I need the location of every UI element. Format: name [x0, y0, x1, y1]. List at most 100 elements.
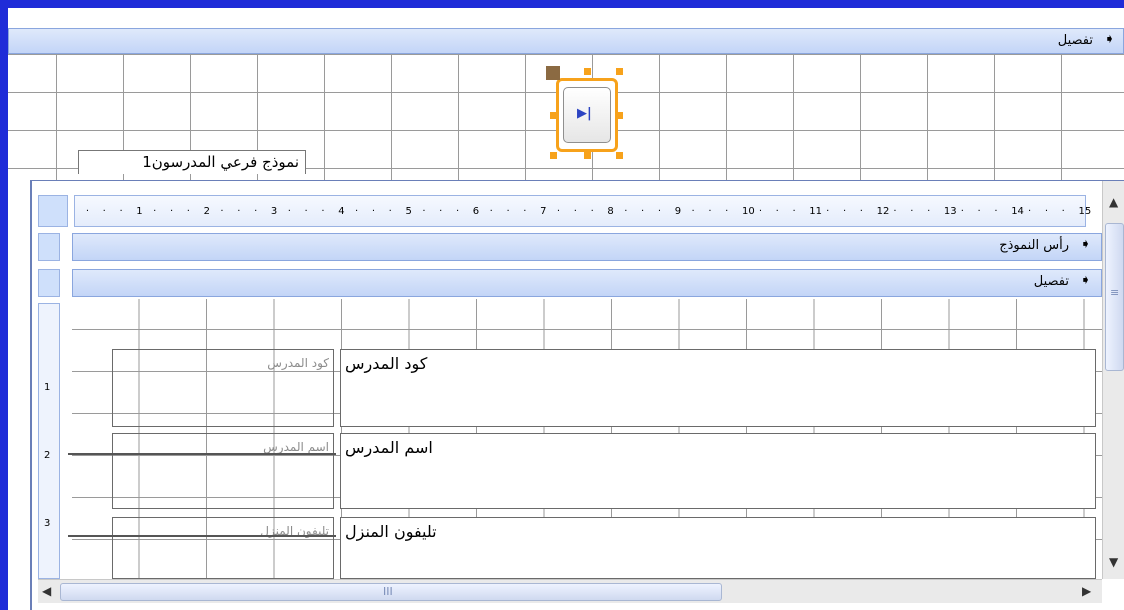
ruler-dot: · [220, 206, 224, 217]
ruler-dot: · [455, 206, 460, 217]
ruler-dot: · [287, 206, 291, 217]
field-value: كود المدرس [345, 354, 428, 373]
ruler-tick: 5 [405, 206, 412, 217]
ruler-dot: · [1061, 206, 1065, 217]
ruler-tick: 10 [742, 206, 755, 217]
section-arrow-icon: ➧ [1104, 32, 1115, 47]
ruler-dot: · [927, 206, 931, 217]
horizontal-scrollbar[interactable]: ◀ III ▶ [38, 579, 1102, 603]
ruler-dot: · [859, 206, 863, 217]
ruler-dot: · [556, 206, 561, 217]
ruler-dot: · [893, 206, 897, 217]
detail-section-bar[interactable]: ➧ تفصيل [72, 269, 1102, 297]
section-arrow-icon: ➧ [1080, 237, 1091, 252]
header-section-selector[interactable] [38, 233, 60, 261]
detail-section-selector[interactable] [38, 269, 60, 297]
ruler-dot: · [506, 206, 510, 217]
ruler-dot: · [1044, 206, 1049, 217]
outer-detail-label: تفصيل [1057, 33, 1093, 48]
ruler-tick: 8 [607, 206, 614, 217]
resize-handle-icon[interactable] [550, 152, 557, 159]
field-label-teacher-name[interactable]: اسم المدرس [112, 433, 334, 509]
ruler-dot: · [1028, 206, 1032, 217]
scroll-left-icon[interactable]: ◀ [42, 584, 51, 598]
resize-handle-icon[interactable] [584, 152, 591, 159]
field-label-home-phone[interactable]: تليفون المنزل [112, 517, 334, 579]
ruler-tick: 14 [1011, 206, 1024, 217]
field-value: اسم المدرس [345, 438, 433, 457]
vertical-ruler: 1 2 3 [38, 303, 60, 579]
subform-control[interactable]: 1 · · · 2 · · · 3 · · · 4 · · · 5 · · · 6 · · · 7 · · · 8 · · · 9 · · · 10 · ·… [30, 180, 1124, 610]
ruler-tick: 9 [674, 206, 682, 217]
next-record-icon: ▶| [577, 106, 592, 121]
ruler-dot: · [657, 206, 662, 217]
ruler-dot: · [388, 206, 392, 217]
resize-handle-icon[interactable] [616, 68, 623, 75]
section-arrow-icon: ➧ [1080, 273, 1091, 288]
ruler-tick: 12 [876, 206, 890, 217]
ruler-dot: · [102, 206, 106, 217]
subform-name-label[interactable]: نموذج فرعي المدرسون1 [78, 150, 306, 174]
divider [68, 453, 336, 455]
ruler-dot: · [910, 206, 914, 217]
ruler-dot: · [321, 206, 325, 217]
ruler-dot: · [186, 206, 190, 217]
ruler-dot: · [422, 206, 426, 217]
field-label-teacher-code[interactable]: كود المدرس [112, 349, 334, 427]
resize-handle-icon[interactable] [616, 152, 623, 159]
scroll-up-icon[interactable]: ▲ [1109, 195, 1118, 209]
form-header-label: رأس النموذج [999, 238, 1069, 253]
ruler-tick: 3 [270, 206, 278, 217]
field-value: تليفون المنزل [345, 522, 437, 541]
ruler-tick: 11 [809, 206, 823, 217]
ruler-dot: · [691, 206, 695, 217]
ruler-dot: · [304, 206, 308, 217]
ruler-dot: · [708, 206, 712, 217]
field-textbox-teacher-code[interactable]: كود المدرس [340, 349, 1096, 427]
field-textbox-home-phone[interactable]: تليفون المنزل [340, 517, 1096, 579]
next-record-button-face[interactable]: ▶| [563, 87, 611, 143]
ruler-dot: · [254, 206, 258, 217]
ruler-dot: · [573, 206, 577, 217]
field-textbox-teacher-name[interactable]: اسم المدرس [340, 433, 1096, 509]
ruler-dot: · [119, 206, 123, 217]
form-header-section-bar[interactable]: ➧ رأس النموذج [72, 233, 1102, 261]
ruler-dot: · [758, 206, 762, 217]
vertical-ruler-tick: 2 [44, 450, 51, 461]
outer-detail-section-bar[interactable]: ➧ تفصيل [8, 28, 1124, 54]
scroll-right-icon[interactable]: ▶ [1082, 584, 1091, 598]
ruler-dot: · [842, 206, 847, 217]
next-record-button[interactable]: ▶| [556, 78, 618, 152]
form-selector[interactable] [38, 195, 68, 227]
horizontal-scroll-thumb[interactable]: III [60, 583, 722, 601]
ruler-tick: 2 [203, 206, 210, 217]
vertical-ruler-tick: 1 [44, 382, 51, 393]
ruler-dot: · [523, 206, 527, 217]
grip-icon: ≡ [1110, 286, 1120, 299]
ruler-tick: 13 [943, 206, 957, 217]
scroll-down-icon[interactable]: ▼ [1109, 555, 1118, 569]
ruler-dot: · [725, 206, 729, 217]
ruler-dot: · [826, 206, 830, 217]
ruler-tick: 15 [1078, 206, 1092, 217]
vertical-scroll-thumb[interactable]: ≡ [1105, 223, 1124, 371]
ruler-dot: · [439, 206, 443, 217]
resize-handle-icon[interactable] [616, 112, 623, 119]
move-handle-icon[interactable] [546, 66, 560, 80]
ruler-tick: 4 [338, 206, 345, 217]
ruler-tick: 7 [540, 206, 547, 217]
ruler-dot: · [237, 206, 241, 217]
ruler-dot: · [792, 206, 796, 217]
ruler-tick: 6 [472, 206, 480, 217]
resize-handle-icon[interactable] [584, 68, 591, 75]
horizontal-ruler: 1 · · · 2 · · · 3 · · · 4 · · · 5 · · · 6 · · · 7 · · · 8 · · · 9 · · · 10 · ·… [74, 195, 1091, 227]
resize-handle-icon[interactable] [550, 112, 557, 119]
ruler-dot: · [977, 206, 981, 217]
vertical-scrollbar[interactable]: ▲ ≡ ▼ [1102, 181, 1124, 579]
ruler-dot: · [169, 206, 174, 217]
ruler-dot: · [355, 206, 359, 217]
detail-label: تفصيل [1033, 274, 1069, 289]
ruler-dot: · [590, 206, 594, 217]
ruler-dot: · [153, 206, 157, 217]
ruler-dot: · [85, 206, 89, 217]
